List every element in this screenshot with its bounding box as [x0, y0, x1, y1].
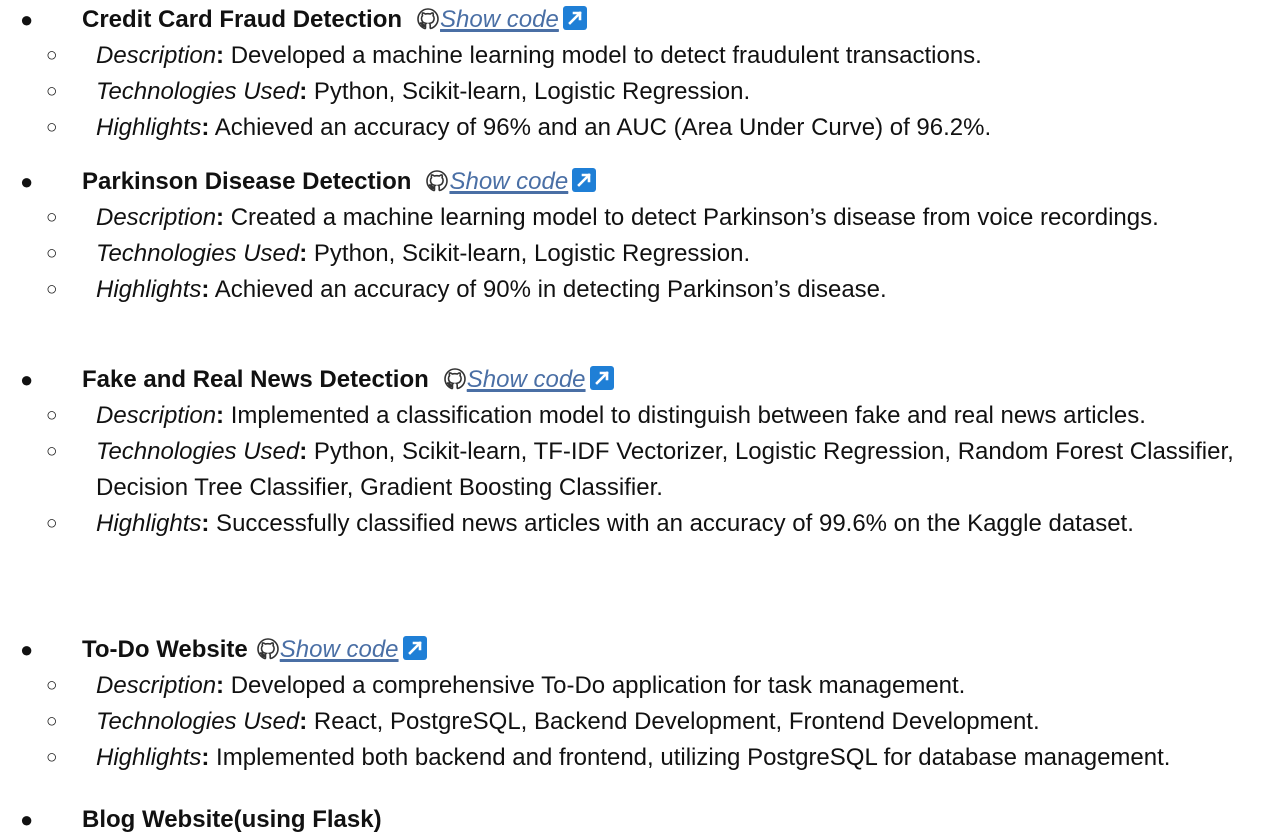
project-fake-news: ● Fake and Real News Detection Show code … [0, 362, 1278, 542]
item-text: React, PostgreSQL, Backend Development, … [307, 708, 1040, 735]
list-item: ○ Description: Created a machine learnin… [0, 200, 1278, 236]
bullet-icon: ● [20, 637, 34, 662]
bullet-icon: ● [20, 7, 34, 32]
project-title: To-Do Website [82, 636, 248, 663]
project-parkinson: ● Parkinson Disease Detection Show code ○… [0, 164, 1278, 308]
item-text: Successfully classified news articles wi… [209, 510, 1134, 537]
list-item: ○ Highlights: Successfully classified ne… [0, 506, 1278, 542]
item-text: Python, Scikit-learn, Logistic Regressio… [307, 78, 751, 105]
item-label: Highlights [96, 276, 202, 303]
list-item: ○ Technologies Used: Python, Scikit-lear… [0, 236, 1278, 272]
item-text: Developed a machine learning model to de… [224, 42, 982, 69]
item-label: Description [96, 402, 217, 429]
sub-bullet-icon: ○ [46, 45, 58, 66]
show-code-link[interactable]: Show code [440, 6, 559, 33]
list-item: ○ Description: Implemented a classificat… [0, 398, 1278, 434]
list-item: ○ Description: Developed a machine learn… [0, 38, 1278, 74]
project-blog: ● Blog Website(using Flask) [0, 802, 1278, 838]
show-code-link[interactable]: Show code [280, 636, 399, 663]
list-item: ○ Highlights: Achieved an accuracy of 96… [0, 110, 1278, 146]
bullet-icon: ● [20, 169, 34, 194]
item-label: Technologies Used [96, 240, 300, 267]
external-link-icon[interactable] [562, 6, 587, 30]
sub-bullet-icon: ○ [46, 243, 58, 264]
item-label: Highlights [96, 114, 202, 141]
bullet-icon: ● [20, 367, 34, 392]
list-item: ○ Highlights: Achieved an accuracy of 90… [0, 272, 1278, 308]
sub-bullet-icon: ○ [46, 441, 58, 462]
github-icon[interactable] [416, 7, 440, 31]
bullet-icon: ● [20, 807, 34, 832]
sub-bullet-icon: ○ [46, 711, 58, 732]
github-icon[interactable] [425, 169, 449, 193]
item-label: Highlights [96, 510, 202, 537]
sub-bullet-icon: ○ [46, 405, 58, 426]
item-label: Technologies Used [96, 78, 300, 105]
item-label: Description [96, 204, 217, 231]
sub-bullet-icon: ○ [46, 81, 58, 102]
item-text: Implemented a classification model to di… [224, 402, 1146, 429]
list-item: ○ Highlights: Implemented both backend a… [0, 740, 1278, 776]
item-text: Python, Scikit-learn, Logistic Regressio… [307, 240, 751, 267]
project-title: Fake and Real News Detection [82, 366, 429, 393]
item-label: Technologies Used [96, 708, 300, 735]
item-label: Highlights [96, 744, 202, 771]
sub-bullet-icon: ○ [46, 747, 58, 768]
external-link-icon[interactable] [402, 636, 427, 660]
project-credit-card: ● Credit Card Fraud Detection Show code ○… [0, 2, 1278, 146]
sub-bullet-icon: ○ [46, 117, 58, 138]
sub-bullet-icon: ○ [46, 279, 58, 300]
sub-bullet-icon: ○ [46, 675, 58, 696]
item-text: Implemented both backend and frontend, u… [209, 744, 1171, 771]
github-icon[interactable] [256, 637, 280, 661]
list-item: ○ Technologies Used: Python, Scikit-lear… [0, 74, 1278, 110]
list-item: ○ Description: Developed a comprehensive… [0, 668, 1278, 704]
project-todo: ● To-Do Website Show code ○ Description: … [0, 632, 1278, 776]
item-label: Description [96, 672, 217, 699]
list-item: ○ Technologies Used: React, PostgreSQL, … [0, 704, 1278, 740]
item-label: Description [96, 42, 217, 69]
external-link-icon[interactable] [572, 168, 597, 192]
project-title: Blog Website(using Flask) [82, 806, 382, 833]
project-title: Parkinson Disease Detection [82, 168, 412, 195]
project-title: Credit Card Fraud Detection [82, 6, 403, 33]
item-label: Technologies Used [96, 438, 300, 465]
external-link-icon[interactable] [589, 366, 614, 390]
item-text: Developed a comprehensive To-Do applicat… [224, 672, 966, 699]
github-icon[interactable] [443, 367, 467, 391]
item-text: Achieved an accuracy of 96% and an AUC (… [209, 114, 992, 141]
item-text: Achieved an accuracy of 90% in detecting… [209, 276, 887, 303]
list-item: ○ Technologies Used: Python, Scikit-lear… [0, 434, 1278, 506]
show-code-link[interactable]: Show code [449, 168, 568, 195]
sub-bullet-icon: ○ [46, 513, 58, 534]
sub-bullet-icon: ○ [46, 207, 58, 228]
item-text: Created a machine learning model to dete… [224, 204, 1159, 231]
show-code-link[interactable]: Show code [467, 366, 586, 393]
